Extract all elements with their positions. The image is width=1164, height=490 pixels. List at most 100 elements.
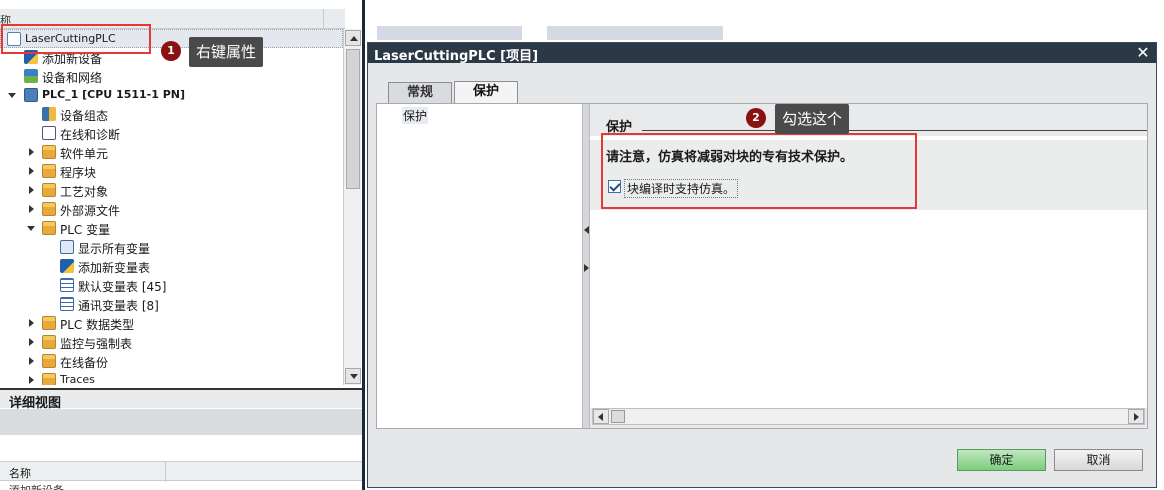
- expand-arrow-icon[interactable]: [29, 357, 34, 365]
- chevron-right-icon: [1134, 413, 1139, 421]
- annotation-highlight-checkbox: [601, 133, 917, 209]
- scroll-thumb[interactable]: [611, 410, 625, 423]
- tree-item-watch-force-tables[interactable]: 监控与强制表: [0, 333, 343, 352]
- program-blocks-icon: [42, 164, 56, 178]
- tab-protection[interactable]: 保护: [454, 81, 518, 103]
- tree-item-traces[interactable]: Traces: [0, 371, 343, 385]
- tree-item-label: 程序块: [60, 166, 97, 180]
- dialog-title: LaserCuttingPLC [项目]: [374, 49, 539, 64]
- scroll-up-button[interactable]: [345, 30, 361, 46]
- tree-item-label: 监控与强制表: [60, 337, 133, 351]
- horizontal-scrollbar[interactable]: [592, 408, 1145, 425]
- add-tag-table-icon: [60, 259, 74, 273]
- tree-item-label: 设备组态: [60, 109, 109, 123]
- plc-cpu-icon: [24, 88, 38, 102]
- dialog-titlebar[interactable]: LaserCuttingPLC [项目] ✕: [368, 43, 1156, 64]
- software-units-icon: [42, 145, 56, 159]
- tree-vertical-scrollbar[interactable]: [343, 29, 361, 385]
- plc-tags-folder-icon: [42, 221, 56, 235]
- tree-item-program-blocks[interactable]: 程序块: [0, 162, 343, 181]
- collapse-arrow-icon[interactable]: [8, 93, 16, 98]
- detail-view-toolbar: [0, 409, 362, 435]
- expand-right-icon[interactable]: [584, 264, 589, 272]
- nav-item-protection[interactable]: 保护: [402, 107, 429, 124]
- tree-item-label: 显示所有变量: [78, 242, 151, 256]
- external-sources-icon: [42, 202, 56, 216]
- online-diagnostics-icon: [42, 126, 56, 140]
- tree-item-technology-objects[interactable]: 工艺对象: [0, 181, 343, 200]
- tree-item-devices-networks[interactable]: 设备和网络: [0, 67, 343, 86]
- collapse-arrow-icon[interactable]: [27, 226, 35, 231]
- devices-networks-icon: [24, 69, 38, 83]
- background-tab-placeholder: [377, 26, 522, 40]
- expand-arrow-icon[interactable]: [29, 376, 34, 384]
- tag-table-icon: [60, 297, 74, 311]
- detail-table-header: 名称: [0, 461, 362, 482]
- ok-button[interactable]: 确定: [957, 449, 1046, 471]
- tree-item-label: 外部源文件: [60, 204, 121, 218]
- detail-view-header[interactable]: 详细视图: [0, 388, 362, 411]
- scroll-thumb[interactable]: [346, 49, 360, 189]
- tree-item-comm-tag-table[interactable]: 通讯变量表 [8]: [0, 295, 343, 314]
- collapse-left-icon[interactable]: [584, 226, 589, 234]
- project-tree: LaserCuttingPLC 添加新设备 设备和网络 PLC_1 [CPU 1…: [0, 29, 343, 385]
- content-empty-area: [590, 210, 1147, 408]
- scroll-left-button[interactable]: [593, 409, 609, 424]
- tree-item-label: 软件单元: [60, 147, 109, 161]
- expand-arrow-icon[interactable]: [29, 167, 34, 175]
- close-icon[interactable]: ✕: [1134, 44, 1152, 62]
- show-all-tags-icon: [60, 240, 74, 254]
- tree-item-label: 设备和网络: [42, 71, 103, 85]
- annotation-number: 1: [161, 41, 181, 61]
- pane-splitter[interactable]: [582, 104, 590, 428]
- expand-arrow-icon[interactable]: [29, 148, 34, 156]
- annotation-label: 右键属性: [189, 37, 264, 67]
- detail-row-label: 添加新设备: [9, 482, 64, 490]
- online-backups-icon: [42, 354, 56, 368]
- tree-item-label: PLC_1 [CPU 1511-1 PN]: [42, 88, 186, 101]
- tree-item-show-all-tags[interactable]: 显示所有变量: [0, 238, 343, 257]
- tree-item-label: Traces: [60, 373, 95, 385]
- tab-general[interactable]: 常规: [388, 82, 452, 103]
- tree-item-plc-data-types[interactable]: PLC 数据类型: [0, 314, 343, 333]
- expand-arrow-icon[interactable]: [29, 205, 34, 213]
- device-config-icon: [42, 107, 56, 121]
- property-nav-pane: 保护: [377, 104, 582, 428]
- tree-item-software-units[interactable]: 软件单元: [0, 143, 343, 162]
- tree-item-online-diagnostics[interactable]: 在线和诊断: [0, 124, 343, 143]
- tree-item-default-tag-table[interactable]: 默认变量表 [45]: [0, 276, 343, 295]
- tree-item-plc[interactable]: PLC_1 [CPU 1511-1 PN]: [0, 86, 343, 105]
- column-separator: [323, 9, 324, 29]
- column-header-name[interactable]: 名称: [9, 465, 31, 481]
- expand-arrow-icon[interactable]: [29, 319, 34, 327]
- tree-item-label: PLC 变量: [60, 223, 111, 237]
- tree-item-label: 在线备份: [60, 356, 109, 370]
- detail-table-row[interactable]: 添加新设备: [0, 482, 362, 490]
- expand-arrow-icon[interactable]: [29, 338, 34, 346]
- tree-item-plc-tags[interactable]: PLC 变量: [0, 219, 343, 238]
- cancel-button[interactable]: 取消: [1054, 449, 1143, 471]
- tree-item-label: 默认变量表 [45]: [78, 280, 167, 294]
- project-tree-panel: 称 LaserCuttingPLC 添加新设备 设备和网络 PLC_1 [CPU…: [0, 0, 362, 490]
- traces-icon: [42, 373, 56, 385]
- tree-item-add-tag-table[interactable]: 添加新变量表: [0, 257, 343, 276]
- tree-item-device-config[interactable]: 设备组态: [0, 105, 343, 124]
- tree-item-label: 通讯变量表 [8]: [78, 299, 159, 313]
- tree-item-label: PLC 数据类型: [60, 318, 135, 332]
- annotation-highlight-project: [1, 24, 151, 54]
- chevron-up-icon: [350, 36, 358, 41]
- tag-table-icon: [60, 278, 74, 292]
- expand-arrow-icon[interactable]: [29, 186, 34, 194]
- scroll-right-button[interactable]: [1128, 409, 1144, 424]
- tree-item-label: 在线和诊断: [60, 128, 121, 142]
- annotation-label: 勾选这个: [775, 104, 850, 134]
- chevron-left-icon: [598, 413, 603, 421]
- tree-item-online-backups[interactable]: 在线备份: [0, 352, 343, 371]
- section-divider: [642, 130, 1147, 131]
- scroll-down-button[interactable]: [345, 368, 361, 384]
- column-separator: [165, 462, 166, 482]
- tree-item-external-sources[interactable]: 外部源文件: [0, 200, 343, 219]
- plc-data-types-icon: [42, 316, 56, 330]
- technology-objects-icon: [42, 183, 56, 197]
- watch-force-tables-icon: [42, 335, 56, 349]
